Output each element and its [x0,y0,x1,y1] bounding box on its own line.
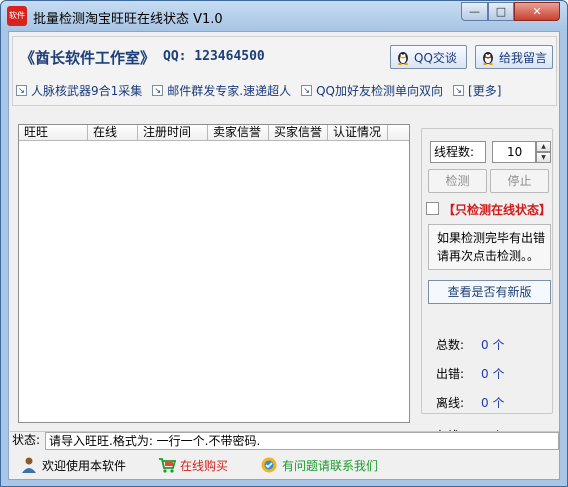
link-qq-friend-check[interactable]: ↘ QQ加好友检测单向双向 [301,82,443,99]
app-window: 软件 批量检测淘宝旺旺在线状态 V1.0 — □ ✕ 《酋长软件工作室》 QQ:… [0,0,568,487]
link-contact-harvester[interactable]: ↘ 人脉核武器9合1采集 [16,82,142,99]
stat-value: 0 个 [481,396,505,410]
hint-line-1: 如果检测完毕有出错 [437,231,546,245]
link-label: 人脉核武器9合1采集 [31,84,143,98]
penguin-icon [483,52,493,65]
online-only-label[interactable]: 【只检测在线状态】 [443,201,551,218]
window-title: 批量检测淘宝旺旺在线状态 V1.0 [33,12,223,27]
column-header-reg-time[interactable]: 注册时间 [138,125,208,140]
leave-message-button[interactable]: 给我留言 [475,45,553,69]
list-header: 旺旺 在线 注册时间 卖家信誉 买家信誉 认证情况 [19,125,409,141]
buy-online-text: 在线购买 [180,458,229,473]
arrow-link-icon: ↘ [301,85,313,96]
online-only-checkbox[interactable] [426,202,439,215]
minimize-button[interactable]: — [461,2,488,21]
header-panel: 《酋长软件工作室》 QQ: 123464500 QQ交谈 给我留言 ↘ 人脉核武… [12,36,557,106]
results-list[interactable]: 旺旺 在线 注册时间 卖家信誉 买家信誉 认证情况 [18,124,410,423]
arrow-link-icon: ↘ [16,85,27,96]
footer-welcome: 欢迎使用本软件 [20,456,126,474]
maximize-button[interactable]: □ [488,2,514,21]
status-text: 请导入旺旺.格式为: 一行一个.不带密码. [45,432,559,450]
leave-message-label: 给我留言 [499,50,548,65]
arrow-link-icon: ↘ [453,85,465,96]
stat-total: 总数: 0 个 [436,336,504,353]
column-header-buyer-credit[interactable]: 买家信誉 [269,125,328,140]
stat-label: 离线: [436,396,465,410]
spin-down-icon[interactable]: ▼ [536,152,551,163]
thread-count-label: 线程数: [430,141,486,163]
stat-label: 总数: [436,338,465,352]
footer-contact-link[interactable]: 有问题请联系我们 [260,456,378,474]
control-group: 线程数: 10 ▲ ▼ 检测 停止 【只检测在线状态】 如果检测完毕有出错 请再… [421,128,553,414]
stat-value: 0 个 [481,367,505,381]
column-header-wangwang[interactable]: 旺旺 [19,125,88,140]
footer: 欢迎使用本软件 在线购买 有问题请联系我们 [10,451,559,479]
link-label: [更多] [468,84,502,98]
penguin-icon [398,52,408,65]
link-more[interactable]: ↘ [更多] [453,82,501,99]
status-prefix: 状态: [12,433,41,447]
stat-offline: 离线: 0 个 [436,394,504,411]
support-icon [261,457,277,473]
link-label: 邮件群发专家.速递超人 [167,84,292,98]
close-button[interactable]: ✕ [514,2,560,21]
link-label: QQ加好友检测单向双向 [316,84,444,98]
status-bar: 状态: 请导入旺旺.格式为: 一行一个.不带密码. [10,431,559,450]
link-mail-sender[interactable]: ↘ 邮件群发专家.速递超人 [152,82,291,99]
qq-chat-button[interactable]: QQ交谈 [390,45,467,69]
client-area: 《酋长软件工作室》 QQ: 123464500 QQ交谈 给我留言 ↘ 人脉核武… [8,31,560,480]
arrow-link-icon: ↘ [152,85,164,96]
stat-value: 0 个 [481,338,505,352]
title-bar[interactable]: 软件 批量检测淘宝旺旺在线状态 V1.0 — □ ✕ [1,1,567,31]
shopping-cart-icon [159,458,177,473]
column-header-online[interactable]: 在线 [88,125,138,140]
stat-label: 出错: [436,367,465,381]
check-update-button[interactable]: 查看是否有新版 [428,280,551,304]
detect-button[interactable]: 检测 [428,169,487,193]
qq-number: QQ: 123464500 [163,49,265,64]
column-header-verification[interactable]: 认证情况 [328,125,388,140]
promo-links: ↘ 人脉核武器9合1采集 ↘ 邮件群发专家.速递超人 ↘ QQ加好友检测单向双向… [16,82,511,99]
footer-buy-link[interactable]: 在线购买 [158,456,228,474]
thread-count-input[interactable]: 10 [492,141,536,163]
user-icon [22,457,36,473]
contact-us-text: 有问题请联系我们 [282,458,379,473]
stop-button[interactable]: 停止 [490,169,549,193]
stat-error: 出错: 0 个 [436,365,504,382]
control-panel: 线程数: 10 ▲ ▼ 检测 停止 【只检测在线状态】 如果检测完毕有出错 请再… [419,124,558,443]
studio-name: 《酋长软件工作室》 [20,49,156,67]
welcome-text: 欢迎使用本软件 [42,458,127,473]
retry-hint: 如果检测完毕有出错 请再次点击检测。。 [428,224,551,270]
hint-line-2: 请再次点击检测。。 [437,249,540,263]
app-logo-icon: 软件 [7,6,27,26]
qq-chat-label: QQ交谈 [414,50,457,65]
spin-up-icon[interactable]: ▲ [536,141,551,152]
column-header-seller-credit[interactable]: 卖家信誉 [208,125,269,140]
